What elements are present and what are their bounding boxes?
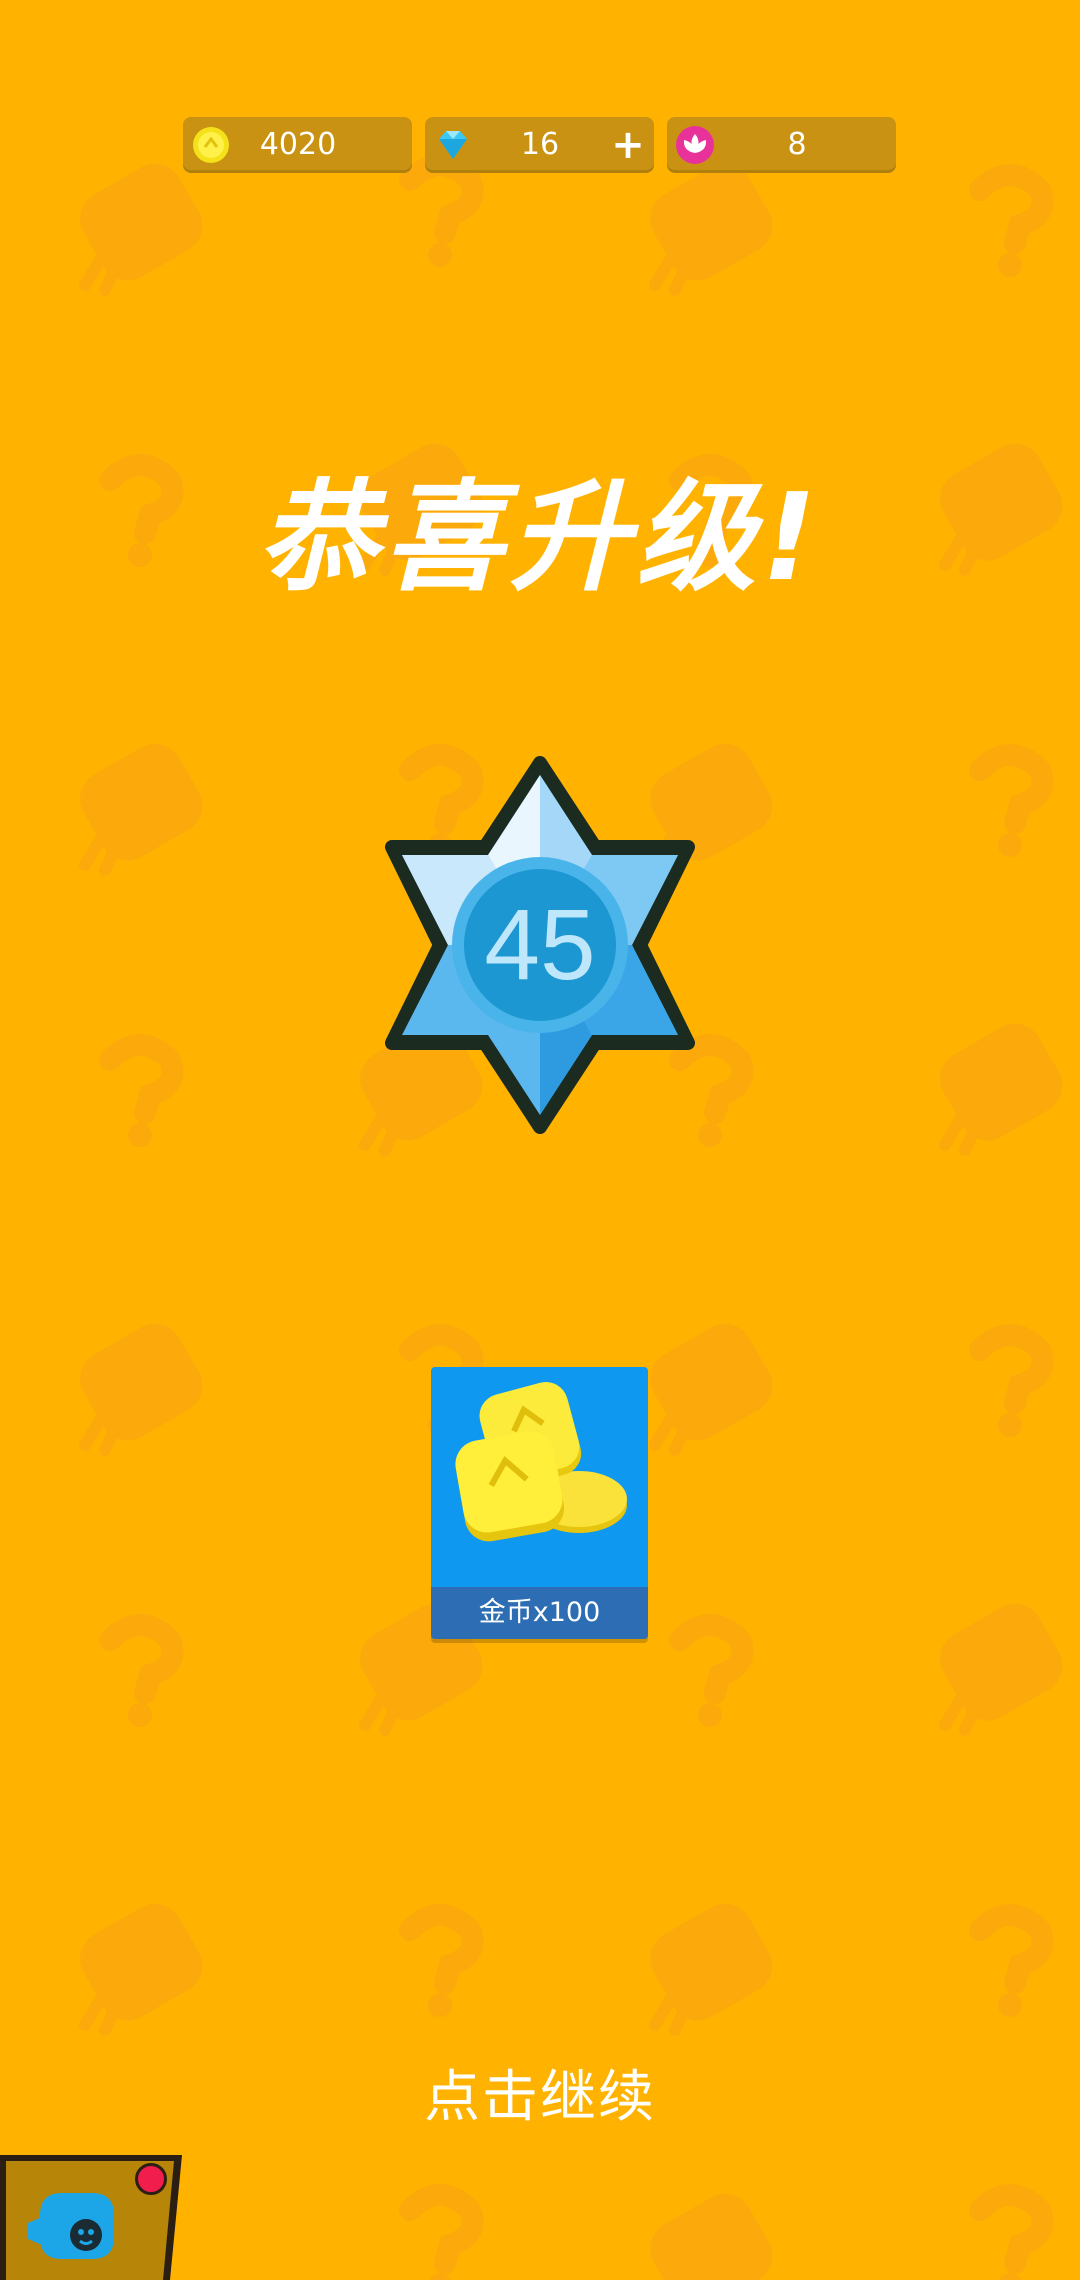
coin-icon: [193, 127, 229, 163]
background-pattern: [0, 0, 1080, 2280]
diamond-icon: [439, 131, 467, 159]
coin-count: 4020: [259, 127, 337, 162]
reward-card: 金币x100: [431, 1367, 648, 1639]
lotus-counter: 8: [667, 117, 896, 173]
coin-counter: 4020: [183, 117, 412, 173]
level-number: 45: [484, 889, 596, 1001]
coins-pile-icon: [455, 1382, 627, 1542]
level-badge: 45: [370, 755, 710, 1135]
lotus-icon: [676, 126, 714, 164]
lotus-count: 8: [787, 127, 807, 162]
gem-count: 16: [520, 127, 560, 162]
tap-to-continue[interactable]: 点击继续: [0, 2052, 1080, 2133]
level-up-title: 恭喜升级!: [257, 469, 823, 608]
gem-counter: 16 +: [425, 117, 654, 173]
add-gems-button[interactable]: +: [608, 125, 648, 165]
notification-dot: [135, 2163, 167, 2195]
reward-label: 金币x100: [431, 1587, 648, 1639]
